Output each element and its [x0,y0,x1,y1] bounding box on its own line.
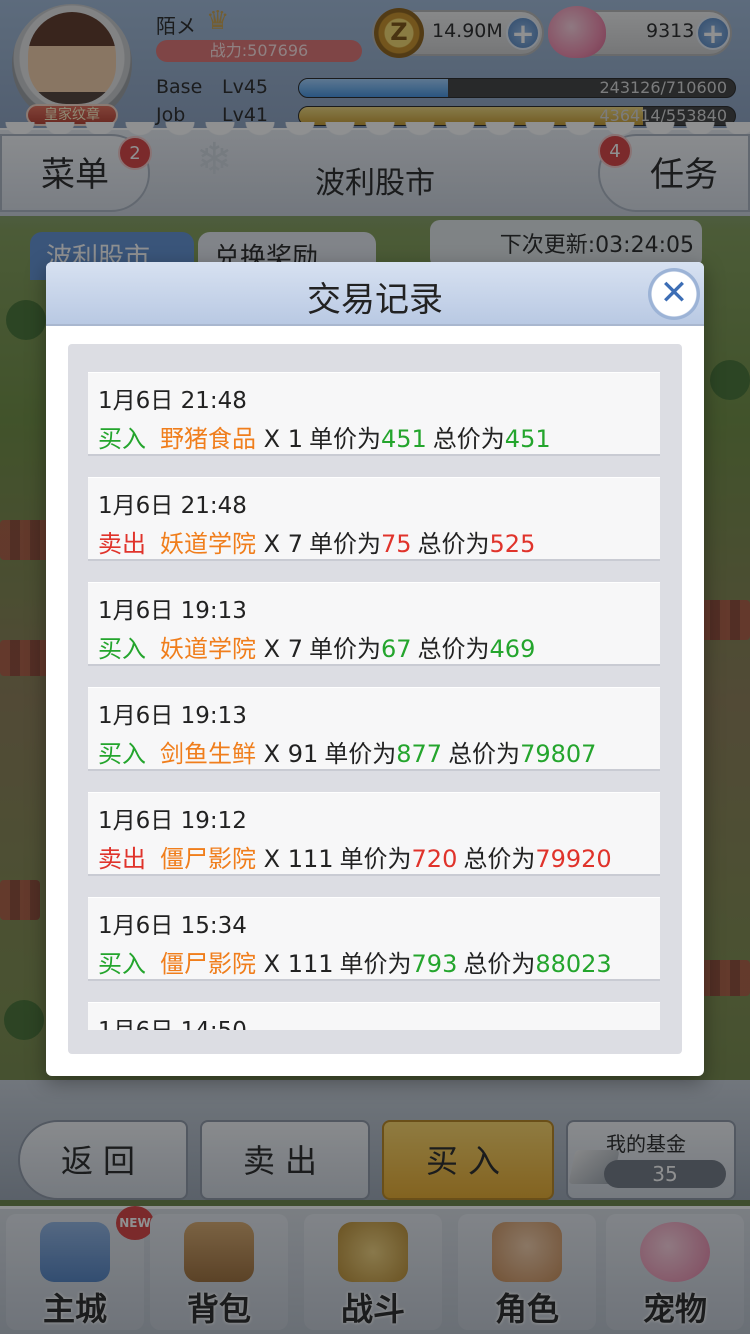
trade-action: 买入 [98,425,146,453]
trade-record-list-container[interactable]: 1月6日 21:48 买入 野猪食品 X 1 单价为451 总价为451 1月6日 21:… [68,344,682,1054]
trade-quantity: X 7 [263,635,303,663]
trade-action: 卖出 [98,845,146,873]
unit-price-label: 单价为 [308,530,381,558]
unit-price-label: 单价为 [324,740,397,768]
trade-record-item: 1月6日 19:13 买入 妖道学院 X 7 单价为67 总价为469 [88,582,660,666]
unit-price: 793 [411,950,458,978]
trade-record-list[interactable]: 1月6日 21:48 买入 野猪食品 X 1 单价为451 总价为451 1月6日 21:… [88,372,660,1030]
trade-quantity: X 91 [263,740,319,768]
total-price-label: 总价为 [463,845,536,873]
close-button[interactable]: ✕ [648,268,700,320]
trade-record-detail: 卖出 妖道学院 X 7 单价为75 总价为525 [98,524,535,559]
total-price: 79920 [535,845,612,873]
trade-quantity: X 111 [263,950,334,978]
unit-price-label: 单价为 [339,845,412,873]
trade-quantity: X 1 [263,425,303,453]
unit-price-label: 单价为 [339,950,412,978]
total-price: 525 [489,530,536,558]
trade-record-detail: 买入 妖道学院 X 7 单价为67 总价为469 [98,629,535,664]
unit-price-label: 单价为 [308,425,381,453]
trade-record-item: 1月6日 14:50 [88,1002,660,1030]
total-price: 79807 [520,740,597,768]
trade-record-detail: 买入 剑鱼生鲜 X 91 单价为877 总价为79807 [98,734,596,769]
dialog-title: 交易记录 [307,280,443,320]
trade-action: 买入 [98,740,146,768]
total-price-label: 总价为 [448,740,521,768]
trade-record-time: 1月6日 21:48 [98,388,247,414]
unit-price-label: 单价为 [308,635,381,663]
total-price: 469 [489,635,536,663]
stock-name: 妖道学院 [160,635,256,663]
total-price: 88023 [535,950,612,978]
total-price: 451 [504,425,551,453]
trade-quantity: X 7 [263,530,303,558]
trade-record-detail: 买入 僵尸影院 X 111 单价为793 总价为88023 [98,944,612,979]
unit-price: 451 [380,425,427,453]
unit-price: 877 [396,740,443,768]
trade-record-time: 1月6日 19:12 [98,808,247,834]
total-price-label: 总价为 [417,530,490,558]
trade-record-detail: 卖出 僵尸影院 X 111 单价为720 总价为79920 [98,839,612,874]
trade-record-item: 1月6日 21:48 买入 野猪食品 X 1 单价为451 总价为451 [88,372,660,456]
unit-price: 720 [411,845,458,873]
stock-name: 僵尸影院 [160,845,256,873]
total-price-label: 总价为 [417,635,490,663]
trade-record-item: 1月6日 21:48 卖出 妖道学院 X 7 单价为75 总价为525 [88,477,660,561]
trade-record-time: 1月6日 14:50 [98,1011,247,1030]
trade-record-item: 1月6日 15:34 买入 僵尸影院 X 111 单价为793 总价为88023 [88,897,660,981]
unit-price: 67 [380,635,412,663]
stock-name: 剑鱼生鲜 [160,740,256,768]
total-price-label: 总价为 [463,950,536,978]
trade-record-detail: 买入 野猪食品 X 1 单价为451 总价为451 [98,419,551,454]
trade-record-time: 1月6日 19:13 [98,598,247,624]
total-price-label: 总价为 [432,425,505,453]
trade-record-item: 1月6日 19:12 卖出 僵尸影院 X 111 单价为720 总价为79920 [88,792,660,876]
unit-price: 75 [380,530,412,558]
trade-action: 买入 [98,635,146,663]
trade-quantity: X 111 [263,845,334,873]
trade-action: 卖出 [98,530,146,558]
trade-action: 买入 [98,950,146,978]
close-icon: ✕ [659,273,689,313]
trade-record-time: 1月6日 15:34 [98,913,247,939]
trade-record-time: 1月6日 21:48 [98,493,247,519]
trade-record-item: 1月6日 19:13 买入 剑鱼生鲜 X 91 单价为877 总价为79807 [88,687,660,771]
stock-name: 僵尸影院 [160,950,256,978]
stock-name: 野猪食品 [160,425,256,453]
trade-record-time: 1月6日 19:13 [98,703,247,729]
stock-name: 妖道学院 [160,530,256,558]
